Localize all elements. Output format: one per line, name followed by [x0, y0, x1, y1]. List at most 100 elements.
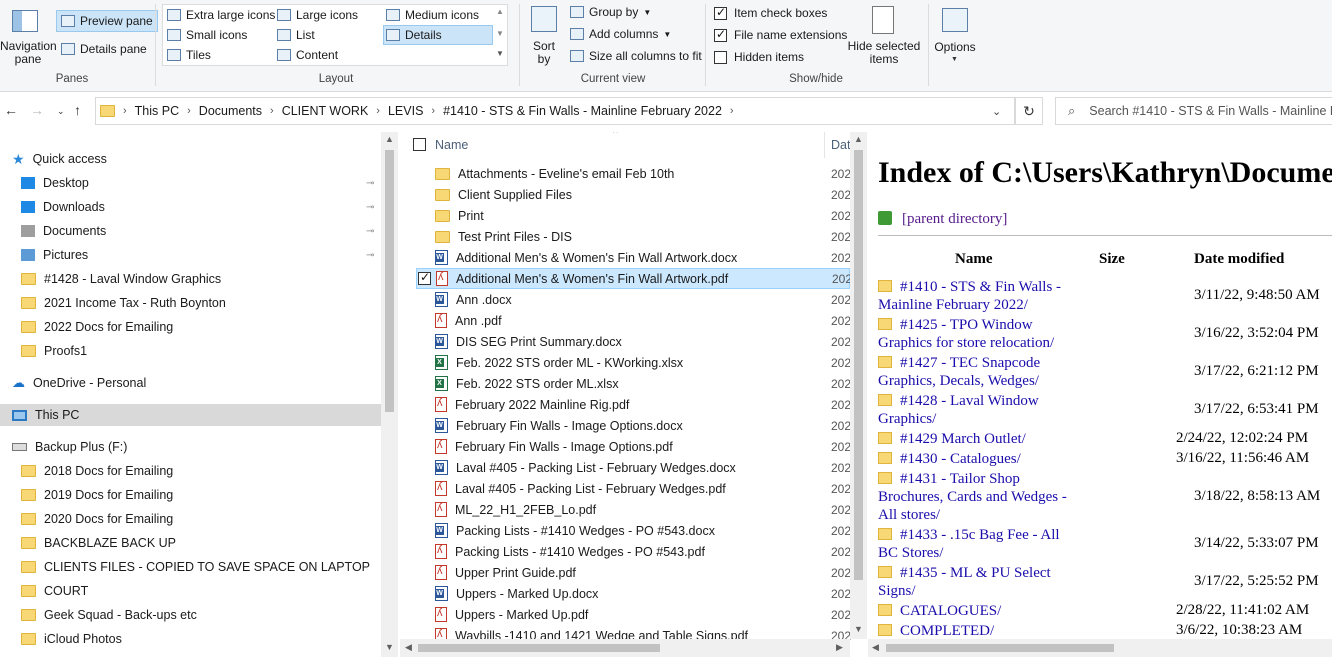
- chevron-right-icon[interactable]: ›: [270, 105, 274, 117]
- file-row[interactable]: Client Supplied Files 202: [416, 184, 851, 205]
- nav-item[interactable]: Downloads ⊸: [0, 196, 381, 218]
- preview-folder-link[interactable]: #1433 - .15c Bag Fee - All BC Stores/: [878, 526, 1073, 562]
- file-row[interactable]: Attachments - Eveline's email Feb 10th 20…: [416, 163, 851, 184]
- up-icon[interactable]: ↑: [74, 102, 81, 118]
- breadcrumb-current-folder[interactable]: #1410 - STS & Fin Walls - Mainline Febru…: [443, 104, 722, 118]
- item-check-boxes-checkbox[interactable]: [714, 5, 727, 20]
- navigation-scrollbar[interactable]: ▲ ▼: [381, 132, 398, 657]
- refresh-button[interactable]: ↻: [1015, 97, 1043, 125]
- chevron-right-icon[interactable]: ›: [431, 105, 435, 117]
- nav-item[interactable]: This PC: [0, 404, 381, 426]
- preview-folder-link[interactable]: #1429 March Outlet/: [878, 430, 1073, 448]
- navigation-pane-button[interactable]: Navigation pane: [0, 4, 57, 68]
- layout-extra-large-icons[interactable]: Extra large icons: [167, 8, 275, 22]
- group-by-button[interactable]: Group by ▼: [570, 5, 651, 19]
- item-check-boxes-toggle[interactable]: Item check boxes: [714, 5, 827, 20]
- file-row[interactable]: DIS SEG Print Summary.docx 202: [416, 331, 851, 352]
- scroll-up-arrow[interactable]: ▲: [385, 134, 394, 144]
- scrollbar-thumb[interactable]: [385, 150, 394, 412]
- column-date[interactable]: Dat: [831, 138, 850, 152]
- file-row[interactable]: Feb. 2022 STS order ML - KWorking.xlsx 20…: [416, 352, 851, 373]
- file-name-extensions-toggle[interactable]: File name extensions: [714, 27, 847, 42]
- nav-item[interactable]: Pictures ⊸: [0, 244, 381, 266]
- options-button[interactable]: Options ▼: [932, 4, 978, 68]
- file-row[interactable]: Uppers - Marked Up.pdf 202: [416, 604, 851, 625]
- add-columns-button[interactable]: Add columns ▼: [570, 27, 671, 41]
- file-row[interactable]: Packing Lists - #1410 Wedges - PO #543.d…: [416, 520, 851, 541]
- sort-by-button[interactable]: Sort by: [527, 4, 561, 68]
- column-divider[interactable]: [824, 132, 825, 158]
- nav-item[interactable]: CLIENTS FILES - COPIED TO SAVE SPACE ON …: [0, 556, 381, 578]
- parent-directory-link[interactable]: [parent directory]: [902, 211, 1007, 228]
- nav-item[interactable]: 2022 Docs for Emailing: [0, 316, 381, 338]
- scroll-up-arrow[interactable]: ▲: [854, 134, 863, 144]
- nav-item[interactable]: 2021 Income Tax - Ruth Boynton: [0, 292, 381, 314]
- preview-hscrollbar[interactable]: ◀: [868, 639, 1332, 657]
- breadcrumb-levis[interactable]: LEVIS: [388, 104, 423, 118]
- nav-item[interactable]: ☁ OneDrive - Personal: [0, 372, 381, 394]
- row-checkbox[interactable]: [418, 270, 431, 285]
- file-row[interactable]: Test Print Files - DIS 202: [416, 226, 851, 247]
- layout-small-icons[interactable]: Small icons: [167, 28, 247, 42]
- file-row[interactable]: Laval #405 - Packing List - February Wed…: [416, 478, 851, 499]
- file-row[interactable]: Additional Men's & Women's Fin Wall Artw…: [416, 247, 851, 268]
- file-row[interactable]: February Fin Walls - Image Options.pdf 20…: [416, 436, 851, 457]
- hidden-items-toggle[interactable]: Hidden items: [714, 50, 804, 64]
- address-bar[interactable]: › This PC › Documents › CLIENT WORK › LE…: [95, 97, 1015, 125]
- scroll-left-arrow[interactable]: ◀: [872, 642, 879, 653]
- recent-locations-icon[interactable]: ⌄: [57, 106, 65, 117]
- preview-folder-link[interactable]: #1428 - Laval Window Graphics/: [878, 392, 1073, 428]
- scrollbar-thumb[interactable]: [854, 150, 863, 580]
- size-columns-button[interactable]: Size all columns to fit: [570, 49, 702, 63]
- address-dropdown-icon[interactable]: ⌄: [992, 105, 1001, 118]
- nav-item[interactable]: #1428 - Laval Window Graphics: [0, 268, 381, 290]
- preview-folder-link[interactable]: #1431 - Tailor Shop Brochures, Cards and…: [878, 470, 1073, 524]
- preview-folder-link[interactable]: #1425 - TPO Window Graphics for store re…: [878, 316, 1073, 352]
- file-row[interactable]: Uppers - Marked Up.docx 202: [416, 583, 851, 604]
- file-row[interactable]: Laval #405 - Packing List - February Wed…: [416, 457, 851, 478]
- preview-pane-button[interactable]: Preview pane: [56, 10, 158, 32]
- nav-item[interactable]: iCloud Photos: [0, 628, 381, 650]
- nav-item[interactable]: Geek Squad - Back-ups etc: [0, 604, 381, 626]
- search-input[interactable]: ⌕ Search #1410 - STS & Fin Walls - Mainl…: [1055, 97, 1332, 125]
- layout-details[interactable]: Details: [383, 25, 493, 45]
- nav-item[interactable]: BACKBLAZE BACK UP: [0, 532, 381, 554]
- file-row[interactable]: Ann .docx 202: [416, 289, 851, 310]
- breadcrumb-documents[interactable]: Documents: [199, 104, 262, 118]
- select-all-checkbox[interactable]: [413, 138, 426, 151]
- preview-folder-link[interactable]: COMPLETED/: [878, 622, 1073, 640]
- layout-gallery-scroll-down[interactable]: ▼: [496, 29, 504, 38]
- breadcrumb-this-pc[interactable]: This PC: [135, 104, 179, 118]
- layout-large-icons[interactable]: Large icons: [277, 8, 358, 22]
- file-row[interactable]: February Fin Walls - Image Options.docx 2…: [416, 415, 851, 436]
- column-name[interactable]: Name: [435, 138, 468, 152]
- file-row[interactable]: Upper Print Guide.pdf 202: [416, 562, 851, 583]
- file-row[interactable]: Print 202: [416, 205, 851, 226]
- scrollbar-thumb[interactable]: [886, 644, 1114, 652]
- layout-medium-icons[interactable]: Medium icons: [386, 8, 479, 22]
- file-list-scrollbar[interactable]: ▲ ▼: [850, 132, 867, 639]
- nav-item[interactable]: Proofs1: [0, 340, 381, 362]
- file-list-hscrollbar[interactable]: ◀ ▶: [400, 639, 850, 657]
- scrollbar-thumb[interactable]: [418, 644, 660, 652]
- chevron-right-icon[interactable]: ›: [730, 105, 734, 117]
- preview-folder-link[interactable]: #1410 - STS & Fin Walls - Mainline Febru…: [878, 278, 1073, 314]
- layout-list[interactable]: List: [277, 28, 315, 42]
- scroll-left-arrow[interactable]: ◀: [405, 642, 412, 653]
- hidden-items-checkbox[interactable]: [714, 50, 727, 64]
- details-pane-button[interactable]: Details pane: [61, 42, 147, 56]
- nav-item[interactable]: 2019 Docs for Emailing: [0, 484, 381, 506]
- preview-folder-link[interactable]: #1435 - ML & PU Select Signs/: [878, 564, 1073, 600]
- layout-gallery-scroll-up[interactable]: ▲: [496, 7, 504, 16]
- layout-tiles[interactable]: Tiles: [167, 48, 211, 62]
- file-row[interactable]: ML_22_H1_2FEB_Lo.pdf 202: [416, 499, 851, 520]
- nav-item[interactable]: ★ Quick access: [0, 148, 381, 170]
- forward-icon[interactable]: →: [30, 102, 44, 118]
- nav-item[interactable]: 2018 Docs for Emailing: [0, 460, 381, 482]
- scroll-right-arrow[interactable]: ▶: [836, 642, 843, 653]
- file-row[interactable]: Feb. 2022 STS order ML.xlsx 202: [416, 373, 851, 394]
- preview-folder-link[interactable]: #1427 - TEC Snapcode Graphics, Decals, W…: [878, 354, 1073, 390]
- file-row[interactable]: Ann .pdf 202: [416, 310, 851, 331]
- file-name-extensions-checkbox[interactable]: [714, 27, 727, 42]
- nav-item[interactable]: Documents ⊸: [0, 220, 381, 242]
